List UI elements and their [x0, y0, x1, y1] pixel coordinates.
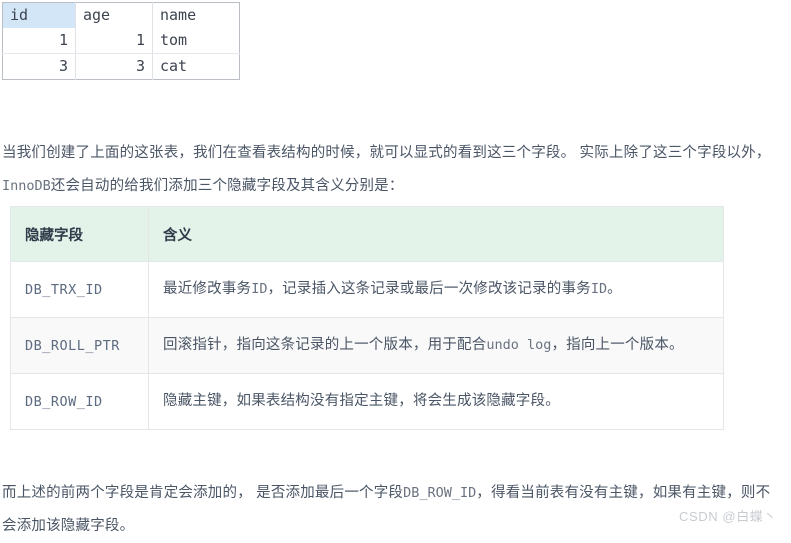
column-header-name[interactable]: name — [152, 2, 240, 28]
outro-paragraph-part-a: 而上述的前两个字段是肯定会添加的， 是否添加最后一个字段 — [2, 484, 404, 501]
query-result-header-row: id age name — [2, 2, 240, 28]
intro-paragraph-code-innodb: InnoDB — [2, 177, 51, 194]
meaning-text-b: ，指向上一个版本。 — [551, 337, 684, 353]
hidden-fields-header-row: 隐藏字段 含义 — [10, 206, 724, 262]
outro-paragraph-code-db-row-id: DB_ROW_ID — [403, 484, 477, 501]
meaning-text-c: 。 — [607, 281, 622, 297]
hidden-fields-header-field: 隐藏字段 — [10, 206, 149, 262]
hidden-field-meaning-cell: 隐藏主键，如果表结构没有指定主键，将会生成该隐藏字段。 — [148, 373, 724, 430]
hidden-fields-header-meaning: 含义 — [148, 206, 724, 262]
intro-paragraph: 当我们创建了上面的这张表，我们在查看表结构的时候，就可以显式的看到这三个字段。 … — [2, 137, 783, 203]
meaning-text-a: 隐藏主键，如果表结构没有指定主键，将会生成该隐藏字段。 — [163, 393, 560, 409]
meaning-text-a: 回滚指针，指向这条记录的上一个版本，用于配合 — [163, 337, 487, 353]
hidden-fields-head: 隐藏字段 含义 — [10, 206, 724, 262]
query-result-body: 1 1 tom 3 3 cat — [2, 28, 240, 80]
hidden-fields-table-wrapper: 隐藏字段 含义 DB_TRX_ID 最近修改事务ID，记录插入这条记录或最后一次… — [10, 206, 724, 430]
cell-name[interactable]: cat — [153, 54, 240, 80]
cell-id[interactable]: 1 — [2, 28, 76, 54]
hidden-field-meaning-db-roll-ptr: 回滚指针，指向这条记录的上一个版本，用于配合undo log，指向上一个版本。 — [163, 337, 684, 353]
table-row[interactable]: 3 3 cat — [2, 53, 240, 80]
hidden-field-name-db-roll-ptr: DB_ROLL_PTR — [25, 337, 120, 354]
meaning-code-1: undo log — [486, 337, 552, 353]
hidden-field-name-db-trx-id: DB_TRX_ID — [25, 281, 103, 298]
cell-id[interactable]: 3 — [2, 53, 76, 80]
column-header-id[interactable]: id — [2, 2, 76, 28]
meaning-text-a: 最近修改事务 — [163, 281, 252, 297]
meaning-text-b: ，记录插入这条记录或最后一次修改该记录的事务 — [267, 281, 591, 297]
query-result-head: id age name — [2, 2, 240, 28]
hidden-field-meaning-cell: 回滚指针，指向这条记录的上一个版本，用于配合undo log，指向上一个版本。 — [148, 317, 724, 374]
csdn-watermark: CSDN @白蝶丶 — [678, 509, 777, 524]
hidden-fields-body: DB_TRX_ID 最近修改事务ID，记录插入这条记录或最后一次修改该记录的事务… — [10, 261, 724, 430]
hidden-field-name-cell: DB_TRX_ID — [10, 261, 149, 318]
hidden-field-name-cell: DB_ROLL_PTR — [10, 317, 149, 374]
table-row: DB_TRX_ID 最近修改事务ID，记录插入这条记录或最后一次修改该记录的事务… — [10, 261, 724, 318]
meaning-code-1: ID — [251, 281, 268, 297]
intro-paragraph-part-a: 当我们创建了上面的这张表，我们在查看表结构的时候，就可以显式的看到这三个字段。 … — [2, 144, 771, 161]
hidden-field-meaning-db-row-id: 隐藏主键，如果表结构没有指定主键，将会生成该隐藏字段。 — [163, 393, 560, 409]
hidden-fields-table: 隐藏字段 含义 DB_TRX_ID 最近修改事务ID，记录插入这条记录或最后一次… — [10, 206, 724, 430]
table-row: DB_ROLL_PTR 回滚指针，指向这条记录的上一个版本，用于配合undo l… — [10, 317, 724, 374]
column-header-age[interactable]: age — [75, 2, 153, 28]
cell-age[interactable]: 1 — [75, 28, 153, 54]
table-row: DB_ROW_ID 隐藏主键，如果表结构没有指定主键，将会生成该隐藏字段。 — [10, 373, 724, 430]
cell-name[interactable]: tom — [152, 28, 240, 54]
cell-age[interactable]: 3 — [75, 53, 153, 80]
hidden-field-meaning-db-trx-id: 最近修改事务ID，记录插入这条记录或最后一次修改该记录的事务ID。 — [163, 281, 622, 297]
meaning-code-2: ID — [590, 281, 608, 297]
hidden-field-meaning-cell: 最近修改事务ID，记录插入这条记录或最后一次修改该记录的事务ID。 — [148, 261, 724, 318]
table-row[interactable]: 1 1 tom — [2, 28, 240, 54]
outro-paragraph: 而上述的前两个字段是肯定会添加的， 是否添加最后一个字段DB_ROW_ID，得看… — [2, 477, 783, 543]
query-result-table: id age name 1 1 tom 3 3 cat — [2, 2, 240, 80]
query-result-table-wrapper: id age name 1 1 tom 3 3 cat — [2, 2, 240, 80]
hidden-field-name-cell: DB_ROW_ID — [10, 373, 149, 430]
intro-paragraph-part-b: 还会自动的给我们添加三个隐藏字段及其含义分别是： — [50, 177, 404, 194]
hidden-field-name-db-row-id: DB_ROW_ID — [25, 393, 103, 410]
